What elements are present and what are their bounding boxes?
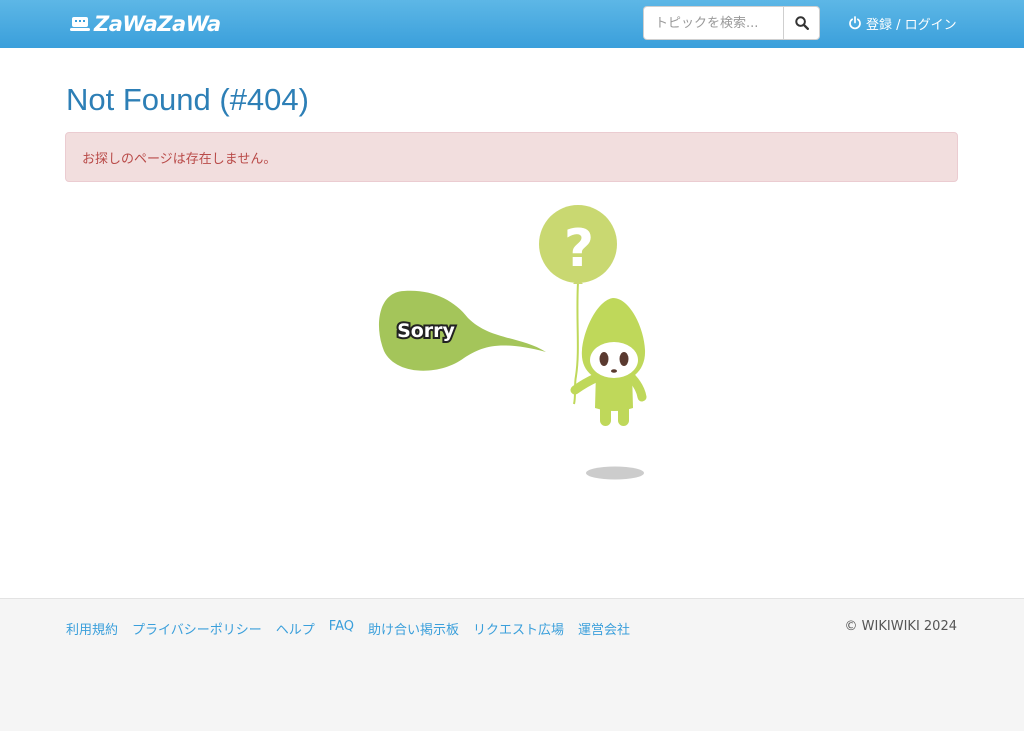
footer-link-faq[interactable]: FAQ xyxy=(329,619,354,638)
mascot-character xyxy=(570,298,647,426)
sorry-text: Sorry xyxy=(397,320,455,342)
navbar: ZaWaZaWa 登録 / ログイン xyxy=(0,0,1024,48)
power-icon xyxy=(849,16,861,30)
error-alert: お探しのページは存在しません。 xyxy=(65,132,958,182)
footer-link-help[interactable]: ヘルプ xyxy=(276,619,315,638)
footer-links: 利用規約 プライバシーポリシー ヘルプ FAQ 助け合い掲示板 リクエスト広場 … xyxy=(66,619,630,638)
search-button[interactable] xyxy=(783,6,820,40)
shadow xyxy=(586,466,644,480)
search-input[interactable] xyxy=(643,6,783,40)
logo-icon xyxy=(70,17,90,31)
footer-link-company[interactable]: 運営会社 xyxy=(578,619,630,638)
site-logo[interactable]: ZaWaZaWa xyxy=(70,10,221,38)
footer-link-requests[interactable]: リクエスト広場 xyxy=(473,619,564,638)
footer: 利用規約 プライバシーポリシー ヘルプ FAQ 助け合い掲示板 リクエスト広場 … xyxy=(0,598,1024,731)
footer-link-forum[interactable]: 助け合い掲示板 xyxy=(368,619,459,638)
alert-message: お探しのページは存在しません。 xyxy=(82,151,277,167)
search-icon xyxy=(794,16,809,30)
search-form xyxy=(643,6,820,40)
login-link[interactable]: 登録 / ログイン xyxy=(848,14,957,33)
logo-text: ZaWaZaWa xyxy=(94,12,221,36)
footer-link-privacy[interactable]: プライバシーポリシー xyxy=(132,619,262,638)
question-balloon: ? xyxy=(539,205,617,284)
page-title: Not Found (#404) xyxy=(66,82,309,117)
footer-link-terms[interactable]: 利用規約 xyxy=(66,619,118,638)
copyright: © WIKIWIKI 2024 xyxy=(844,619,957,634)
question-mark: ? xyxy=(564,219,594,279)
sorry-speech-bubble: Sorry xyxy=(378,290,546,371)
login-label: 登録 / ログイン xyxy=(866,17,957,33)
sorry-mascot-illustration: ? Sorry xyxy=(378,205,647,480)
